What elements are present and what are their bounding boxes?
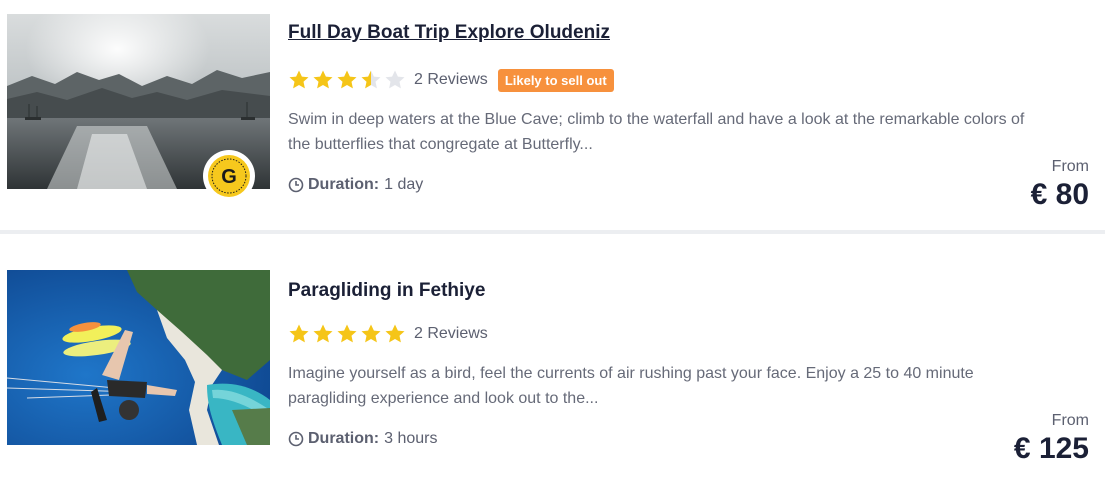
duration-label: Duration: [308, 430, 380, 447]
star-icon [385, 324, 405, 343]
star-icon [385, 70, 405, 89]
star-icon [337, 324, 357, 343]
star-icon [361, 324, 381, 343]
badge-letter: G [221, 166, 237, 188]
star-icon [289, 70, 309, 89]
duration-label: Duration: [308, 176, 380, 193]
clock-icon [288, 431, 304, 447]
likely-to-sell-out-badge: Likely to sell out [497, 68, 614, 92]
star-rating [288, 69, 408, 91]
tour-title[interactable]: Full Day Boat Trip Explore Oludeniz [288, 22, 610, 44]
star-icon [313, 70, 333, 89]
tour-description: Swim in deep waters at the Blue Cave; cl… [288, 111, 1025, 153]
rating-row: 2 Reviews [288, 321, 488, 347]
star-icon [337, 70, 357, 89]
duration-value: 1 day [384, 176, 424, 193]
duration-value: 3 hours [384, 430, 438, 447]
tour-price: € 125 [1013, 432, 1089, 465]
duration-row: Duration: 1 day [288, 176, 423, 194]
rating-row: 2 Reviews Likely to sell out [288, 67, 614, 93]
star-icon [289, 324, 309, 343]
card-divider [0, 230, 1105, 234]
tour-card-boat-trip[interactable]: G Full Day Boat Trip Explore Oludeniz 2 … [0, 0, 1105, 211]
duration-row: Duration: 3 hours [288, 430, 437, 448]
star-rating [288, 323, 408, 345]
price-from-label: From [1051, 412, 1089, 429]
tour-description: Imagine yourself as a bird, feel the cur… [288, 365, 974, 407]
reviews-link[interactable]: 2 Reviews [414, 325, 488, 343]
price-from-label: From [1051, 158, 1089, 175]
star-icon [313, 324, 333, 343]
tour-card-paragliding[interactable]: Paragliding in Fethiye 2 Reviews Imagine… [0, 256, 1105, 465]
reviews-link[interactable]: 2 Reviews [414, 71, 488, 89]
clock-icon [288, 177, 304, 193]
tour-image-paragliding[interactable] [7, 270, 270, 445]
guide-badge-icon: G [203, 150, 255, 202]
tour-title[interactable]: Paragliding in Fethiye [288, 280, 485, 302]
star-icon [361, 70, 381, 89]
tour-price: € 80 [1030, 178, 1089, 211]
